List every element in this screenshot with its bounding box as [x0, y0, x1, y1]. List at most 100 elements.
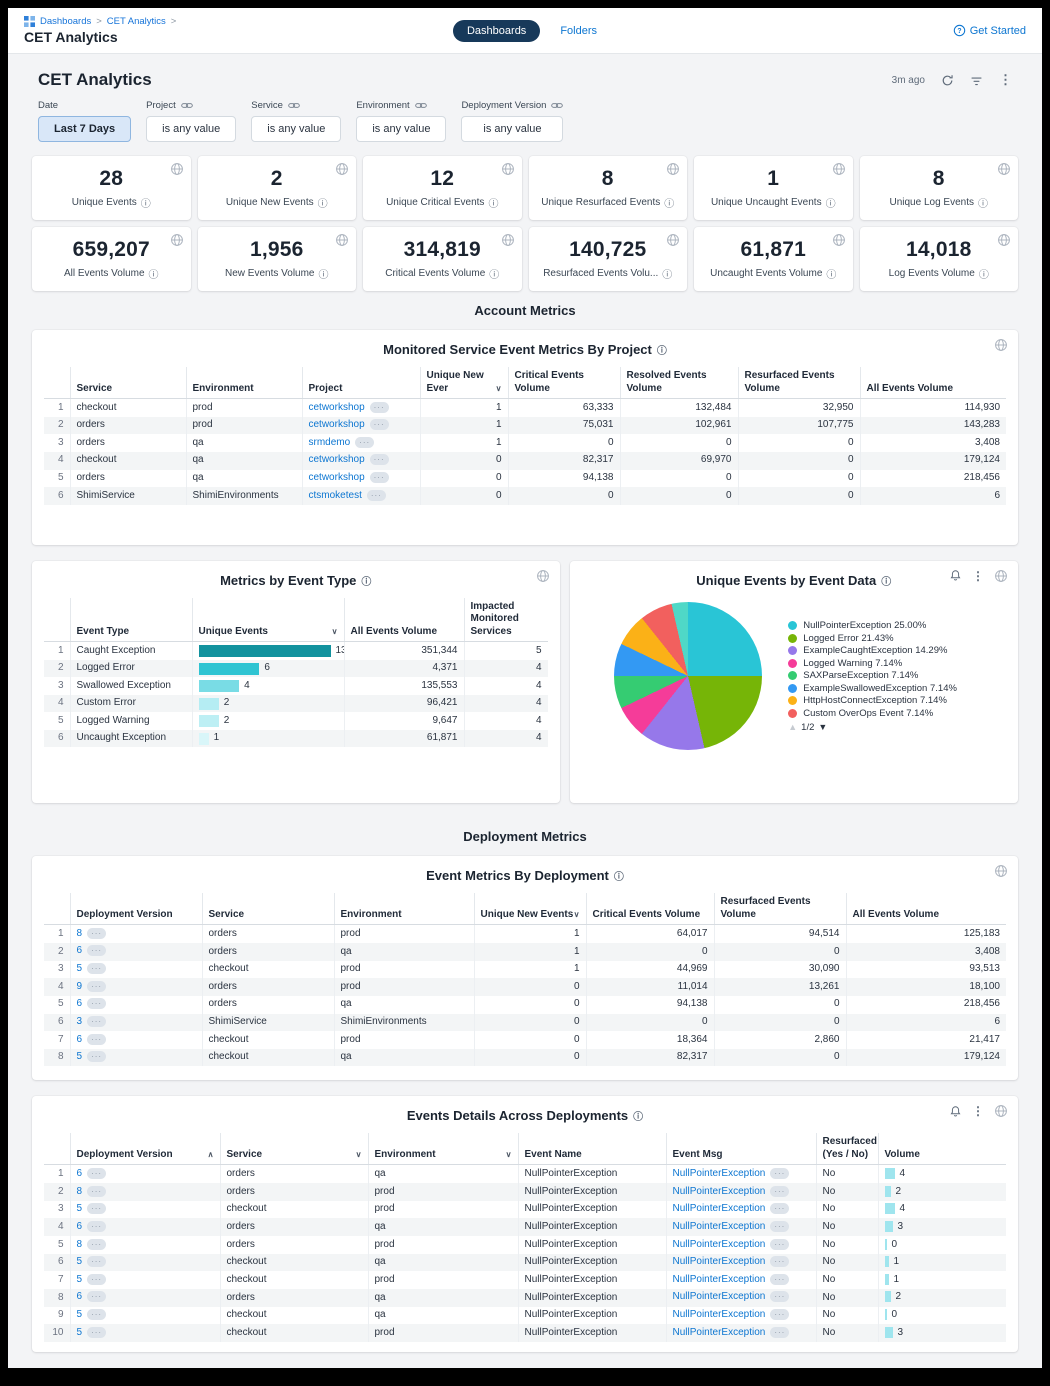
globe-icon[interactable] [994, 569, 1008, 583]
globe-icon[interactable] [997, 233, 1011, 247]
globe-icon[interactable] [536, 569, 550, 583]
cell-link[interactable]: NullPointerException [673, 1239, 766, 1250]
column-header[interactable]: Event Name [518, 1133, 666, 1165]
column-header[interactable]: Unique New Events∨ [474, 893, 586, 925]
globe-icon[interactable] [666, 233, 680, 247]
tab-folders[interactable]: Folders [560, 25, 597, 37]
breadcrumb-link[interactable]: CET Analytics [107, 16, 166, 27]
filter-value-button[interactable]: Last 7 Days [38, 116, 131, 142]
globe-icon[interactable] [666, 162, 680, 176]
info-icon[interactable]: ⓘ [633, 1108, 643, 1123]
ellipsis-pill[interactable]: ··· [87, 1186, 106, 1197]
cell-link[interactable]: NullPointerException [673, 1292, 766, 1303]
sort-desc-icon[interactable]: ∨ [574, 910, 580, 920]
legend-page-down-icon[interactable]: ▼ [818, 722, 827, 732]
column-header[interactable]: Environment [186, 367, 302, 399]
filter-value-button[interactable]: is any value [146, 116, 236, 142]
ellipsis-pill[interactable]: ··· [770, 1168, 789, 1179]
ellipsis-pill[interactable]: ··· [87, 981, 106, 992]
column-header[interactable]: Deployment Version [70, 893, 202, 925]
filter-value-button[interactable]: is any value [356, 116, 446, 142]
info-icon[interactable]: ⓘ [488, 195, 498, 210]
ellipsis-pill[interactable]: ··· [770, 1309, 789, 1320]
ellipsis-pill[interactable]: ··· [87, 928, 106, 939]
ellipsis-pill[interactable]: ··· [770, 1239, 789, 1250]
globe-icon[interactable] [501, 162, 515, 176]
sort-desc-icon[interactable]: ∨ [356, 1150, 362, 1160]
globe-icon[interactable] [335, 233, 349, 247]
cell-link[interactable]: 5 [77, 1274, 83, 1285]
ellipsis-pill[interactable]: ··· [770, 1327, 789, 1338]
column-header[interactable]: All Events Volume [860, 367, 1006, 399]
column-header[interactable]: Impacted Monitored Services [464, 598, 548, 642]
globe-icon[interactable] [501, 233, 515, 247]
cell-link[interactable]: 5 [77, 1203, 83, 1214]
info-icon[interactable]: ⓘ [664, 195, 674, 210]
info-icon[interactable]: ⓘ [979, 266, 989, 281]
ellipsis-pill[interactable]: ··· [87, 963, 106, 974]
cell-link[interactable]: 5 [77, 1051, 83, 1062]
cell-link[interactable]: cetworkshop [309, 455, 365, 466]
column-header[interactable]: Resurfaced Events Volume [714, 893, 846, 925]
get-started-link[interactable]: ? Get Started [953, 24, 1026, 37]
legend-item[interactable]: SAXParseException 7.14% [788, 670, 973, 681]
filter-value-button[interactable]: is any value [461, 116, 563, 142]
cell-link[interactable]: NullPointerException [673, 1203, 766, 1214]
cell-link[interactable]: 6 [77, 1034, 83, 1045]
info-icon[interactable]: ⓘ [657, 342, 667, 357]
column-header[interactable]: All Events Volume [344, 598, 464, 642]
info-icon[interactable]: ⓘ [319, 266, 329, 281]
cell-link[interactable]: srmdemo [309, 437, 351, 448]
info-icon[interactable]: ⓘ [978, 195, 988, 210]
cell-link[interactable]: 5 [77, 1327, 83, 1338]
globe-icon[interactable] [832, 233, 846, 247]
cell-link[interactable]: cetworkshop [309, 419, 365, 430]
sort-desc-icon[interactable]: ∨ [496, 384, 502, 394]
ellipsis-pill[interactable]: ··· [370, 472, 389, 483]
ellipsis-pill[interactable]: ··· [370, 454, 389, 465]
cell-link[interactable]: NullPointerException [673, 1186, 766, 1197]
filter-value-button[interactable]: is any value [251, 116, 341, 142]
ellipsis-pill[interactable]: ··· [770, 1274, 789, 1285]
ellipsis-pill[interactable]: ··· [87, 1327, 106, 1338]
column-header[interactable]: All Events Volume [846, 893, 1006, 925]
column-header[interactable]: Service∨ [220, 1133, 368, 1165]
column-header[interactable]: Resurfaced Events Volume [738, 367, 860, 399]
cell-link[interactable]: 3 [77, 1016, 83, 1027]
legend-item[interactable]: ExampleCaughtException 14.29% [788, 645, 973, 656]
info-icon[interactable]: ⓘ [614, 868, 624, 883]
ellipsis-pill[interactable]: ··· [367, 490, 386, 501]
legend-item[interactable]: ExampleSwallowedException 7.14% [788, 683, 973, 694]
tab-dashboards[interactable]: Dashboards [453, 20, 540, 42]
ellipsis-pill[interactable]: ··· [370, 419, 389, 430]
cell-link[interactable]: NullPointerException [673, 1309, 766, 1320]
ellipsis-pill[interactable]: ··· [355, 437, 374, 448]
legend-item[interactable]: Logged Error 21.43% [788, 633, 973, 644]
cell-link[interactable]: 9 [77, 981, 83, 992]
kebab-icon[interactable]: ⋮ [972, 1104, 984, 1118]
ellipsis-pill[interactable]: ··· [770, 1186, 789, 1197]
column-header[interactable]: Critical Events Volume [508, 367, 620, 399]
column-header[interactable]: Event Msg [666, 1133, 816, 1165]
column-header[interactable]: Volume [878, 1133, 1006, 1165]
column-header[interactable]: Service [202, 893, 334, 925]
cell-link[interactable]: NullPointerException [673, 1256, 766, 1267]
breadcrumb-link[interactable]: Dashboards [40, 16, 91, 27]
info-icon[interactable]: ⓘ [141, 195, 151, 210]
ellipsis-pill[interactable]: ··· [87, 1034, 106, 1045]
bell-icon[interactable] [949, 569, 962, 582]
ellipsis-pill[interactable]: ··· [87, 1309, 106, 1320]
info-icon[interactable]: ⓘ [318, 195, 328, 210]
legend-item[interactable]: NullPointerException 25.00% [788, 620, 973, 631]
legend-item[interactable]: HttpHostConnectException 7.14% [788, 695, 973, 706]
globe-icon[interactable] [994, 864, 1008, 878]
cell-link[interactable]: 8 [77, 1186, 83, 1197]
cell-link[interactable]: cetworkshop [309, 402, 365, 413]
cell-link[interactable]: 6 [77, 946, 83, 957]
ellipsis-pill[interactable]: ··· [87, 1051, 106, 1062]
kebab-menu-icon[interactable]: ⋮ [999, 72, 1012, 88]
cell-link[interactable]: 5 [77, 1256, 83, 1267]
globe-icon[interactable] [994, 1104, 1008, 1118]
bell-icon[interactable] [949, 1105, 962, 1118]
ellipsis-pill[interactable]: ··· [770, 1256, 789, 1267]
